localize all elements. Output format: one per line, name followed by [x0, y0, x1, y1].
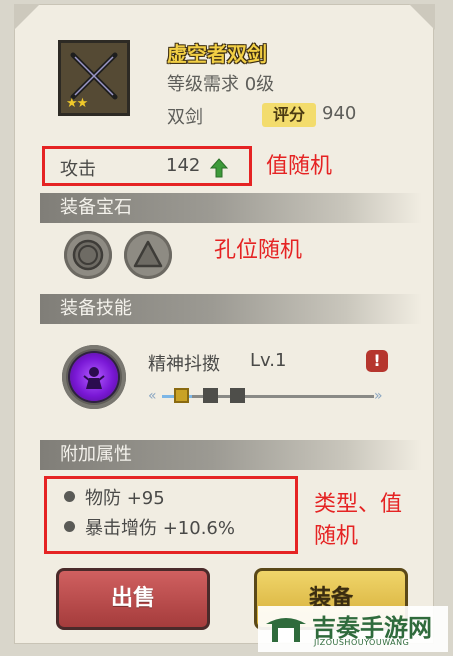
watermark: 吉奏手游网 JIZOUSHOUYOUWANG [258, 606, 448, 652]
chevrons-left-icon: « [148, 388, 157, 404]
track-node [174, 388, 189, 403]
attack-label: 攻击 [60, 159, 96, 180]
score-value: 940 [322, 103, 357, 124]
chevrons-right-icon: » [374, 388, 383, 404]
item-name: 虚空者双剑 [167, 42, 267, 66]
annotation-value-random: 值随机 [266, 154, 333, 179]
track-node [230, 388, 245, 403]
track-node [203, 388, 218, 403]
arrow-up-icon [210, 158, 228, 178]
attack-value: 142 [166, 155, 201, 176]
circle-icon [72, 239, 104, 271]
spirit-skill-icon [83, 367, 105, 389]
item-icon-frame[interactable]: ★★ [58, 40, 130, 116]
watermark-subtitle: JIZOUSHOUYOUWANG [314, 638, 410, 647]
annotation-socket-random: 孔位随机 [214, 238, 303, 263]
attribute-text: 暴击增伤 +10.6% [85, 518, 235, 539]
attribute-text: 物防 +95 [85, 488, 165, 509]
sell-button[interactable]: 出售 [56, 568, 210, 630]
pavilion-logo-icon [266, 618, 306, 642]
bullet-icon [64, 491, 75, 502]
skill-name: 精神抖擞 [148, 354, 220, 375]
attribute-row: 暴击增伤 +10.6% [64, 514, 235, 540]
gem-socket-circle[interactable] [64, 231, 112, 279]
section-title-attributes: 附加属性 [60, 444, 132, 465]
skill-icon-frame[interactable] [62, 345, 126, 409]
skill-level: Lv.1 [250, 350, 287, 371]
section-title-skills: 装备技能 [60, 298, 132, 319]
triangle-icon [133, 240, 163, 268]
track-rail [162, 395, 374, 398]
score-badge: 评分 [262, 103, 316, 127]
item-type: 双剑 [167, 107, 203, 128]
rarity-stars: ★★ [66, 96, 88, 111]
skill-level-track: « » [148, 386, 390, 406]
section-title-gems: 装备宝石 [60, 197, 132, 218]
alert-icon[interactable]: ! [366, 350, 388, 372]
annotation-type-value-random-2: 随机 [314, 524, 359, 549]
skill-orb [70, 353, 118, 401]
bullet-icon [64, 521, 75, 532]
sell-button-label: 出售 [110, 586, 155, 611]
level-requirement: 等级需求 0级 [167, 74, 275, 95]
attribute-row: 物防 +95 [64, 484, 165, 510]
crossed-swords-icon [70, 52, 118, 100]
gem-socket-triangle[interactable] [124, 231, 172, 279]
annotation-type-value-random-1: 类型、值 [314, 492, 403, 517]
